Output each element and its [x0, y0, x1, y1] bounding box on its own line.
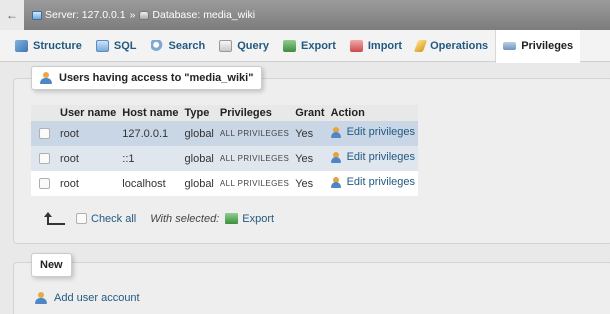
table-footer: Check all With selected: Export [44, 212, 274, 225]
tab-operations[interactable]: Operations [409, 30, 495, 62]
cell-privileges: ALL PRIVILEGES [216, 121, 293, 146]
cell-privileges: ALL PRIVILEGES [216, 146, 293, 171]
tab-search-label: Search [168, 39, 206, 52]
users-icon [40, 72, 53, 84]
edit-user-icon [330, 176, 343, 188]
breadcrumb-server[interactable]: Server: 127.0.0.1 [32, 9, 126, 21]
edit-privileges-link[interactable]: Edit privileges [330, 126, 416, 139]
export-icon [225, 213, 239, 224]
tab-export[interactable]: Export [276, 30, 343, 62]
table-row[interactable]: root 127.0.0.1 global ALL PRIVILEGES Yes… [31, 121, 419, 146]
cell-user: root [57, 146, 120, 171]
cell-host: ::1 [119, 146, 182, 171]
header-user-name: User name [57, 105, 120, 121]
search-icon [150, 39, 164, 52]
tab-privileges[interactable]: Privileges [495, 29, 581, 63]
header-grant: Grant [292, 105, 328, 121]
tab-bar: Structure SQL Search Query Export Import… [0, 29, 610, 63]
users-legend-db: "media_wiki" [184, 72, 254, 84]
cell-type: global [181, 146, 217, 171]
query-icon [219, 39, 233, 52]
privileges-icon [503, 42, 517, 50]
breadcrumb-server-label[interactable]: Server: 127.0.0.1 [45, 9, 126, 21]
export-selected-label: Export [242, 212, 275, 225]
cell-privileges: ALL PRIVILEGES [216, 171, 293, 196]
new-fieldset [13, 262, 610, 314]
check-all-label[interactable]: Check all [91, 213, 136, 225]
operations-icon [413, 39, 428, 52]
export-selected-button[interactable]: Export [225, 213, 274, 225]
users-legend-prefix: Users having access to [59, 72, 182, 84]
edit-privileges-label: Edit privileges [346, 176, 416, 189]
cell-user: root [57, 121, 120, 146]
cell-grant: Yes [292, 121, 328, 146]
edit-privileges-link[interactable]: Edit privileges [330, 176, 416, 189]
tab-operations-label: Operations [430, 39, 489, 52]
new-legend: New [31, 253, 72, 277]
export-icon [283, 39, 297, 52]
tab-query-label: Query [237, 39, 270, 52]
tab-search[interactable]: Search [144, 30, 213, 62]
breadcrumb: ← Server: 127.0.0.1 » Database: media_wi… [0, 0, 610, 30]
with-selected-label: With selected: [150, 212, 220, 225]
header-type: Type [181, 105, 217, 121]
header-checkbox-col [31, 105, 57, 121]
row-checkbox[interactable] [38, 153, 50, 165]
database-icon [139, 10, 150, 20]
cell-grant: Yes [292, 171, 328, 196]
tab-structure[interactable]: Structure [8, 30, 89, 62]
cell-type: global [181, 171, 217, 196]
breadcrumb-database[interactable]: Database: media_wiki [139, 9, 255, 21]
sql-icon [95, 39, 109, 52]
edit-privileges-link[interactable]: Edit privileges [330, 151, 416, 164]
server-icon [32, 10, 42, 20]
breadcrumb-database-label[interactable]: Database: media_wiki [152, 9, 255, 21]
tab-sql-label: SQL [113, 39, 137, 52]
cell-type: global [181, 121, 217, 146]
import-icon [349, 39, 363, 52]
tab-export-label: Export [301, 39, 336, 52]
tab-sql[interactable]: SQL [89, 30, 144, 62]
cell-grant: Yes [292, 146, 328, 171]
edit-user-icon [330, 126, 343, 138]
cell-user: root [57, 171, 120, 196]
structure-icon [15, 39, 28, 52]
arrow-up-corner-icon [44, 212, 66, 225]
tab-structure-label: Structure [33, 39, 82, 52]
header-action: Action [327, 105, 419, 121]
table-row[interactable]: root ::1 global ALL PRIVILEGES Yes Edit … [31, 146, 419, 171]
add-user-icon [35, 292, 48, 304]
add-user-account-link[interactable]: Add user account [35, 292, 140, 304]
users-legend: Users having access to "media_wiki" [31, 66, 263, 90]
cell-host: localhost [119, 171, 182, 196]
tab-query[interactable]: Query [212, 30, 276, 62]
add-user-label: Add user account [54, 292, 140, 304]
row-checkbox[interactable] [38, 128, 50, 140]
edit-privileges-label: Edit privileges [346, 151, 416, 164]
cell-host: 127.0.0.1 [119, 121, 182, 146]
edit-user-icon [330, 151, 343, 163]
tab-import-label: Import [367, 39, 403, 52]
edit-privileges-label: Edit privileges [346, 126, 416, 139]
breadcrumb-separator: » [129, 9, 136, 21]
tab-privileges-label: Privileges [521, 40, 574, 52]
table-header-row: User name Host name Type Privileges Gran… [31, 105, 419, 121]
tab-import[interactable]: Import [343, 30, 409, 62]
back-arrow-icon[interactable]: ← [0, 0, 24, 30]
header-host-name: Host name [119, 105, 182, 121]
header-privileges: Privileges [216, 105, 293, 121]
check-all-checkbox[interactable] [76, 213, 87, 224]
table-row[interactable]: root localhost global ALL PRIVILEGES Yes… [31, 171, 419, 196]
row-checkbox[interactable] [38, 178, 50, 190]
users-table: User name Host name Type Privileges Gran… [31, 105, 419, 196]
